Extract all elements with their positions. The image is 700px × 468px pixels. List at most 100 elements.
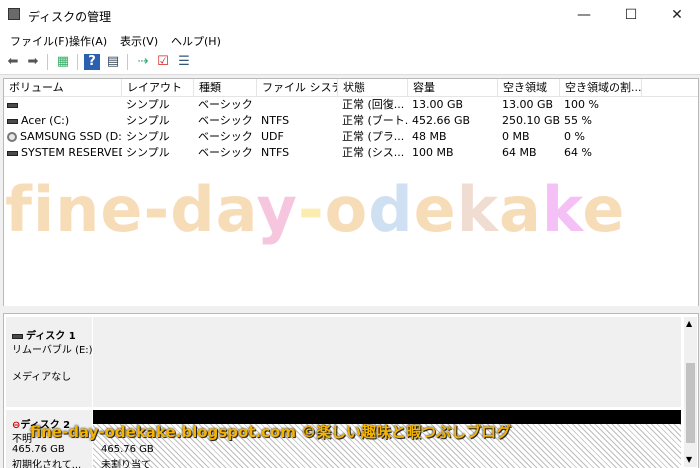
toolbar-separator xyxy=(77,54,78,70)
disk-1-media: メディアなし xyxy=(12,372,72,383)
capacity-cell: 48 MB xyxy=(412,130,447,143)
column-type[interactable]: 種類 xyxy=(194,79,257,96)
menu-file[interactable]: ファイル(F) xyxy=(10,33,69,49)
percent-free-cell: 0 % xyxy=(564,130,585,143)
forward-arrow-icon[interactable]: ➡ xyxy=(25,54,41,70)
back-arrow-icon[interactable]: ⬅ xyxy=(5,54,21,70)
menu-action[interactable]: 操作(A) xyxy=(69,33,107,49)
watermark-letter: i xyxy=(32,173,56,246)
partition-size: 465.76 GB xyxy=(101,444,154,455)
disc-icon xyxy=(7,132,17,142)
watermark-letter: k xyxy=(541,173,583,246)
watermark-letter: a xyxy=(498,173,542,246)
volume-icon xyxy=(7,150,18,156)
check-icon[interactable]: ☑ xyxy=(155,54,171,70)
status-cell: 正常 (回復... xyxy=(342,98,405,111)
title-bar: ディスクの管理 — ☐ ✕ xyxy=(0,0,700,30)
watermark-letter: n xyxy=(55,173,101,246)
layout-cell: シンプル xyxy=(126,130,170,143)
disk-1-kind: リムーバブル (E:) xyxy=(12,345,93,356)
watermark-letter: - xyxy=(297,173,325,246)
volume-name-cell: SYSTEM RESERVED xyxy=(7,145,122,161)
free-space-cell: 64 MB xyxy=(502,146,537,159)
rescan-icon[interactable]: ⇢ xyxy=(135,54,151,70)
watermark-letter: e xyxy=(413,173,457,246)
watermark-letter: d xyxy=(368,173,414,246)
type-cell: ベーシック xyxy=(198,146,253,159)
volume-icon xyxy=(7,102,18,108)
column-percent-free[interactable]: 空き領域の割... xyxy=(560,79,642,96)
filesystem-cell: NTFS xyxy=(261,146,290,159)
toolbar-separator xyxy=(127,54,128,70)
column-volume[interactable]: ボリューム xyxy=(4,79,122,96)
capacity-cell: 452.66 GB xyxy=(412,114,471,127)
volume-list-header: ボリューム レイアウト 種類 ファイル システム 状態 容量 空き領域 空き領域… xyxy=(4,79,698,97)
watermark-letter: e xyxy=(582,173,626,246)
disk-icon xyxy=(12,333,23,339)
volume-name-cell: SAMSUNG SSD (D:) xyxy=(7,129,122,145)
window-title: ディスクの管理 xyxy=(28,10,112,24)
scrollbar-thumb[interactable] xyxy=(686,363,695,443)
table-row[interactable]: シンプル ベーシック 正常 (回復... 13.00 GB 13.00 GB 1… xyxy=(4,97,698,113)
column-layout[interactable]: レイアウト xyxy=(122,79,194,96)
watermark-letter: y xyxy=(256,173,298,246)
disk-management-icon xyxy=(8,8,20,20)
watermark-letter: k xyxy=(456,173,499,246)
free-space-cell: 13.00 GB xyxy=(502,98,554,111)
table-row[interactable]: SYSTEM RESERVED シンプル ベーシック NTFS 正常 (シス..… xyxy=(4,145,698,161)
disk-2-init: 初期化されて... xyxy=(12,460,82,468)
table-row[interactable]: SAMSUNG SSD (D:) シンプル ベーシック UDF 正常 (プラ..… xyxy=(4,129,698,145)
column-status[interactable]: 状態 xyxy=(338,79,408,96)
toolbar-separator xyxy=(47,54,48,70)
layout-cell: シンプル xyxy=(126,146,170,159)
watermark-caption: fine-day-odekake.blogspot.com ©楽しい趣味と暇つぶ… xyxy=(30,423,512,441)
watermark-letter: - xyxy=(143,173,171,246)
scroll-down-icon[interactable]: ▼ xyxy=(686,455,692,464)
disk-1-label[interactable]: ディスク 1 リムーバブル (E:) メディアなし xyxy=(6,317,93,407)
disk-map: ディスク 1 リムーバブル (E:) メディアなし ⊖ディスク 2 不明 465… xyxy=(3,313,699,468)
percent-free-cell: 64 % xyxy=(564,146,592,159)
vertical-scrollbar[interactable]: ▲ ▼ xyxy=(684,317,697,467)
watermark-letter: e xyxy=(100,173,144,246)
menu-view[interactable]: 表示(V) xyxy=(120,33,158,49)
filesystem-cell: UDF xyxy=(261,130,284,143)
disk-1-area xyxy=(93,317,681,407)
disk-2-size: 465.76 GB xyxy=(12,444,65,455)
toolbar: ⬅ ➡ ▦ ? ▤ ⇢ ☑ ☰ xyxy=(0,50,700,75)
properties-icon[interactable]: ▦ xyxy=(55,54,71,70)
status-cell: 正常 (シス... xyxy=(342,146,405,159)
type-cell: ベーシック xyxy=(198,114,253,127)
console-icon[interactable]: ▤ xyxy=(105,54,121,70)
watermark-letter: o xyxy=(324,173,369,246)
partition-state: 未割り当て xyxy=(101,460,151,468)
watermark-letter: a xyxy=(215,173,257,246)
column-capacity[interactable]: 容量 xyxy=(408,79,498,96)
type-cell: ベーシック xyxy=(198,130,253,143)
capacity-cell: 13.00 GB xyxy=(412,98,464,111)
close-button[interactable]: ✕ xyxy=(654,0,700,30)
status-cell: 正常 (ブート... xyxy=(342,114,408,127)
disk-2-status: 不明 xyxy=(12,434,32,445)
menu-bar: ファイル(F) 操作(A) 表示(V) ヘルプ(H) xyxy=(0,30,700,50)
column-free-space[interactable]: 空き領域 xyxy=(498,79,560,96)
minimize-button[interactable]: — xyxy=(561,0,607,30)
column-filesystem[interactable]: ファイル システム xyxy=(257,79,338,96)
capacity-cell: 100 MB xyxy=(412,146,454,159)
layout-cell: シンプル xyxy=(126,114,170,127)
maximize-button[interactable]: ☐ xyxy=(608,0,654,30)
table-row[interactable]: Acer (C:) シンプル ベーシック NTFS 正常 (ブート... 452… xyxy=(4,113,698,129)
free-space-cell: 0 MB xyxy=(502,130,530,143)
scroll-up-icon[interactable]: ▲ xyxy=(686,319,692,328)
volume-name-cell xyxy=(7,97,122,113)
watermark-text: fine-day-odekake xyxy=(5,170,695,250)
free-space-cell: 250.10 GB xyxy=(502,114,561,127)
type-cell: ベーシック xyxy=(198,98,253,111)
menu-help[interactable]: ヘルプ(H) xyxy=(171,33,221,49)
disk-1-header: ディスク 1 xyxy=(12,327,76,342)
status-cell: 正常 (プラ... xyxy=(342,130,405,143)
watermark-letter: d xyxy=(170,173,216,246)
volume-icon xyxy=(7,118,18,124)
help-icon[interactable]: ? xyxy=(84,54,100,70)
list-icon[interactable]: ☰ xyxy=(176,54,192,70)
pane-splitter[interactable] xyxy=(0,306,700,313)
